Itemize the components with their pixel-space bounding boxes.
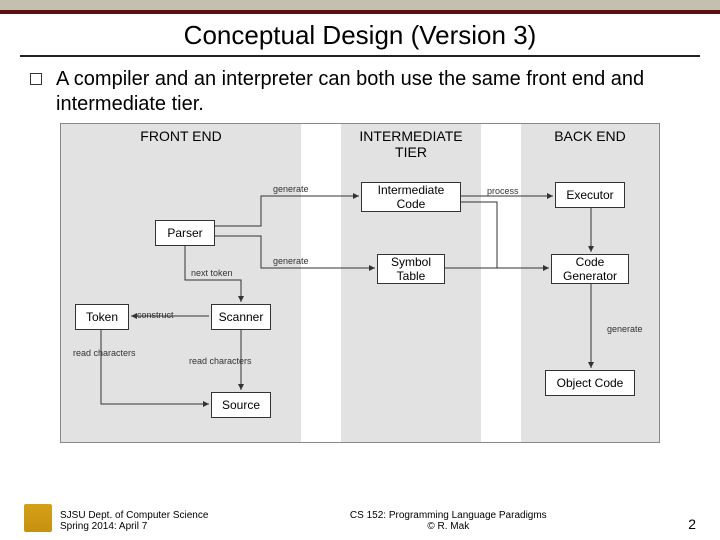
bullet-item: A compiler and an interpreter can both u… [30, 67, 690, 117]
box-intermediate-code: Intermediate Code [361, 182, 461, 212]
edge-generate-2: generate [273, 256, 309, 266]
edge-read-chars-2: read characters [189, 356, 252, 366]
tier-label-mt: INTERMEDIATE TIER [341, 128, 481, 160]
box-code-generator: Code Generator [551, 254, 629, 284]
title-underline [20, 55, 700, 57]
footer-course: CS 152: Programming Language Paradigms [350, 510, 547, 521]
edge-process: process [487, 186, 519, 196]
box-executor: Executor [555, 182, 625, 208]
edge-construct: construct [137, 310, 174, 320]
edge-generate-1: generate [273, 184, 309, 194]
tier-label-be: BACK END [521, 128, 659, 144]
box-token: Token [75, 304, 129, 330]
edge-generate-3: generate [607, 324, 643, 334]
box-parser: Parser [155, 220, 215, 246]
box-scanner: Scanner [211, 304, 271, 330]
page-number: 2 [688, 516, 696, 532]
architecture-diagram: FRONT END INTERMEDIATE TIER BACK END Par… [60, 123, 660, 443]
box-source: Source [211, 392, 271, 418]
edge-next-token: next token [191, 268, 233, 278]
slide-footer: SJSU Dept. of Computer Science Spring 20… [0, 504, 720, 532]
tier-label-fe: FRONT END [61, 128, 301, 144]
box-symbol-table: Symbol Table [377, 254, 445, 284]
box-object-code: Object Code [545, 370, 635, 396]
edge-read-chars-1: read characters [73, 348, 136, 358]
footer-term: Spring 2014: April 7 [60, 521, 208, 532]
bullet-icon [30, 73, 42, 85]
footer-copyright: © R. Mak [350, 521, 547, 532]
footer-dept: SJSU Dept. of Computer Science [60, 510, 208, 521]
bullet-text: A compiler and an interpreter can both u… [56, 67, 690, 117]
slide-title: Conceptual Design (Version 3) [0, 20, 720, 51]
sjsu-logo-icon [24, 504, 52, 532]
slide-top-border [0, 0, 720, 14]
